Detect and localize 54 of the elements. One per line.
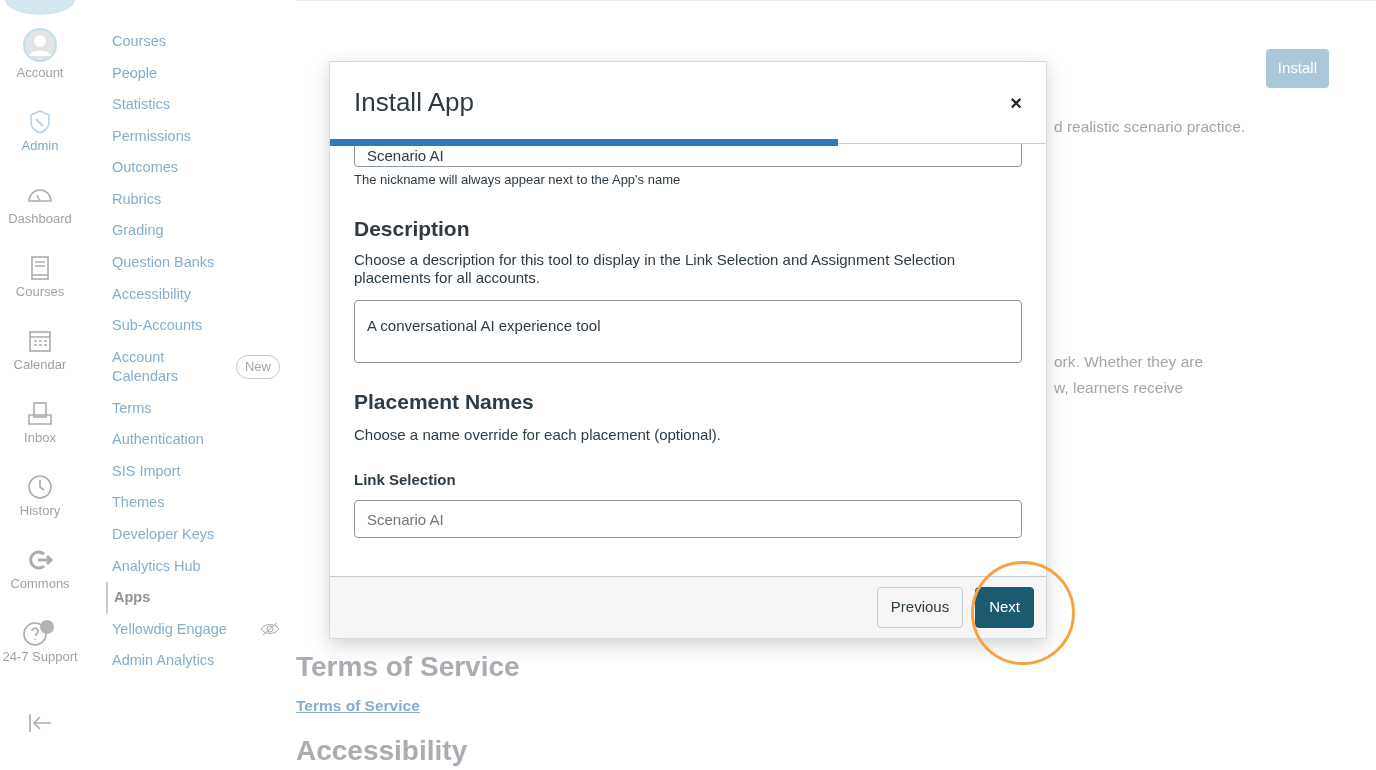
nav-item[interactable]: Courses [15, 241, 65, 314]
nav-item[interactable]: Admin [21, 95, 59, 168]
next-button[interactable]: Next [975, 587, 1034, 628]
close-button[interactable]: × [1010, 87, 1022, 118]
instruction-text: Choose a description for this tool to display in the Link Selection and Assignment Selection placements for all accounts. [354, 250, 957, 289]
nav-link[interactable]: SIS Import [106, 455, 187, 488]
terms-link[interactable]: Terms of Service [296, 694, 420, 718]
nickname-field[interactable]: Scenario AI [354, 144, 1022, 167]
nav-link[interactable]: Analytics Hub [106, 550, 207, 583]
section-heading: Description [354, 215, 471, 241]
help-icon [23, 618, 57, 647]
nav-link[interactable]: Developer Keys [106, 519, 221, 551]
nav-link[interactable]: Authentication [106, 424, 210, 456]
nav-item[interactable]: Calendar [13, 314, 67, 387]
nav-link[interactable]: Grading [106, 215, 170, 247]
nav-link[interactable]: Accessibility [106, 278, 197, 311]
help-text: The nickname will always appear next to the App's name [354, 171, 682, 189]
nav-item[interactable]: Account [16, 15, 64, 95]
modal-title: Install App [354, 86, 474, 119]
description-text: ork. Whether they are [1054, 351, 1205, 372]
nav-item[interactable]: Commons [10, 533, 70, 606]
nav-item[interactable]: History [19, 460, 61, 533]
nav-link[interactable]: Rubrics [106, 183, 168, 216]
install-button[interactable]: Install [1265, 49, 1329, 88]
nav-link[interactable]: Yellowdig Engage [106, 613, 233, 646]
nav-link[interactable]: Admin Analytics [106, 645, 221, 677]
nav-item[interactable]: Dashboard [8, 168, 72, 241]
logo-icon[interactable] [5, 0, 75, 15]
nav-item[interactable]: Inbox [24, 387, 56, 460]
section-heading: Accessibility [296, 734, 469, 769]
nav-link[interactable]: Themes [106, 487, 171, 519]
previous-button[interactable]: Previous [876, 587, 964, 628]
nav-link[interactable]: Permissions [106, 120, 197, 153]
nav-link[interactable]: Account Calendars [106, 341, 206, 393]
nav-link[interactable]: Terms [106, 392, 158, 425]
nav-item[interactable]: 24-7 Support [2, 606, 78, 679]
nav-link[interactable]: Courses [106, 26, 172, 58]
nav-link[interactable]: Sub-Accounts [106, 310, 209, 342]
section-heading: Terms of Service [296, 650, 521, 685]
description-text: w, learners receive [1054, 378, 1185, 398]
nav-link[interactable]: Outcomes [106, 152, 185, 184]
instruction-text: Choose a name override for each placement (optional). [354, 425, 722, 446]
nav-link[interactable]: Question Banks [106, 246, 221, 279]
link-selection-field[interactable]: Scenario AI [354, 500, 1022, 539]
nav-link[interactable]: Apps [106, 582, 157, 614]
clock-icon [26, 472, 54, 501]
inbox-icon [26, 399, 54, 428]
nav-link[interactable]: Statistics [106, 89, 176, 121]
section-heading: Placement Names [354, 389, 535, 415]
description-field[interactable]: A conversational AI experience tool [354, 300, 1022, 364]
description-text: d realistic scenario practice. [1054, 116, 1247, 137]
field-label: Link Selection [354, 469, 457, 490]
nav-link[interactable]: People [106, 57, 164, 90]
avatar-icon [22, 27, 58, 64]
